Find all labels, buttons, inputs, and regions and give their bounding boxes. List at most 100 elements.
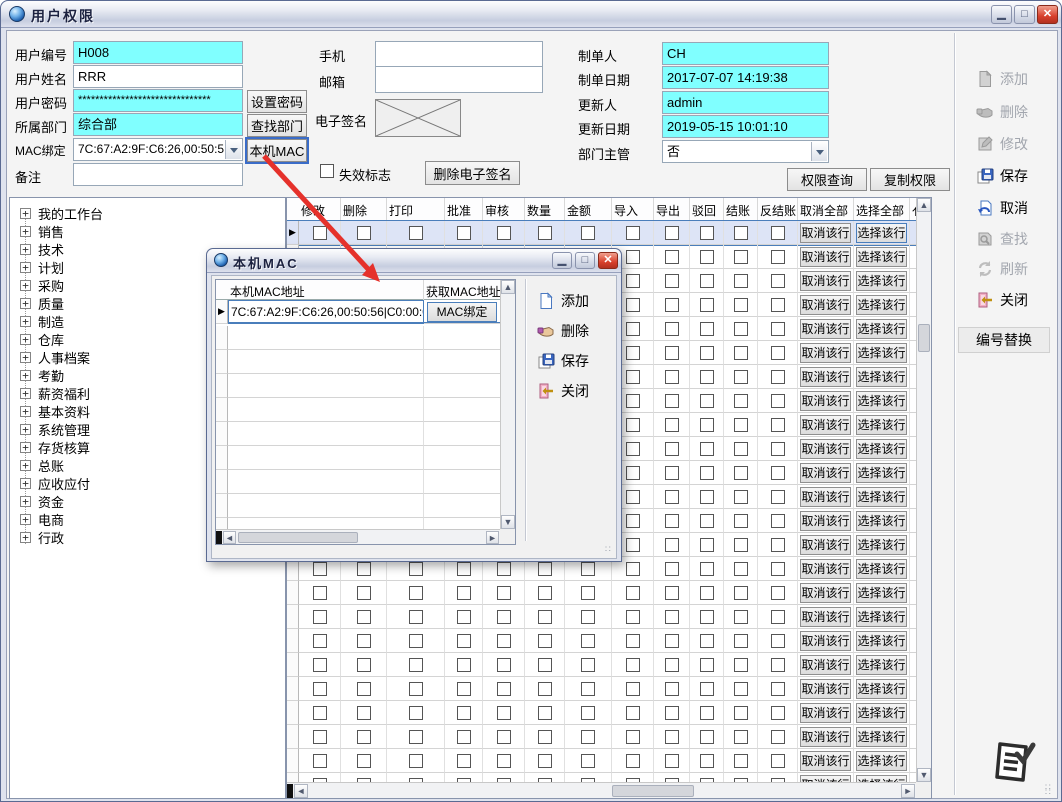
permission-checkbox[interactable]	[700, 562, 714, 576]
permission-checkbox[interactable]	[700, 682, 714, 696]
permission-checkbox[interactable]	[700, 226, 714, 240]
permission-checkbox[interactable]	[626, 418, 640, 432]
permission-checkbox[interactable]	[665, 658, 679, 672]
permission-checkbox[interactable]	[538, 706, 552, 720]
permission-checkbox[interactable]	[734, 442, 748, 456]
delete-esign-button[interactable]: 删除电子签名	[425, 161, 520, 185]
select-row-button[interactable]: 选择该行	[856, 703, 908, 723]
permission-checkbox[interactable]	[734, 610, 748, 624]
cancel-row-button[interactable]: 取消该行	[800, 415, 852, 435]
maximize-button[interactable]: □	[1014, 5, 1035, 24]
dialog-resize-grip[interactable]: ∷	[605, 547, 617, 559]
permission-checkbox[interactable]	[700, 586, 714, 600]
expand-plus-icon[interactable]: +	[20, 226, 31, 237]
tree-item-1[interactable]: +我的工作台	[20, 204, 103, 222]
permission-checkbox[interactable]	[700, 466, 714, 480]
permission-checkbox[interactable]	[538, 562, 552, 576]
scroll-down-arrow[interactable]: ▼	[501, 515, 515, 529]
permission-checkbox[interactable]	[665, 418, 679, 432]
permission-checkbox[interactable]	[771, 394, 785, 408]
permission-checkbox[interactable]	[665, 250, 679, 264]
permission-checkbox[interactable]	[665, 346, 679, 360]
vscroll-thumb[interactable]	[918, 324, 930, 352]
dialog-maximize-button[interactable]: □	[575, 252, 595, 269]
permission-checkbox[interactable]	[313, 586, 327, 600]
tree-item-10[interactable]: +考勤	[20, 366, 64, 384]
tree-item-2[interactable]: +销售	[20, 222, 64, 240]
set-password-button[interactable]: 设置密码	[247, 90, 307, 113]
select-row-button[interactable]: 选择该行	[856, 631, 908, 651]
permission-checkbox[interactable]	[357, 610, 371, 624]
permission-checkbox[interactable]	[409, 634, 423, 648]
cancel-row-button[interactable]: 取消该行	[800, 463, 852, 483]
permission-checkbox[interactable]	[357, 634, 371, 648]
permission-checkbox[interactable]	[457, 634, 471, 648]
permission-checkbox[interactable]	[734, 562, 748, 576]
permission-checkbox[interactable]	[771, 706, 785, 720]
select-row-button[interactable]: 选择该行	[856, 679, 908, 699]
permission-checkbox[interactable]	[357, 682, 371, 696]
permission-checkbox[interactable]	[700, 490, 714, 504]
permission-checkbox[interactable]	[700, 274, 714, 288]
permission-checkbox[interactable]	[497, 610, 511, 624]
column-header-3[interactable]: 打印	[387, 198, 445, 221]
window-resize-grip[interactable]: ∷∷	[1045, 785, 1057, 797]
permission-checkbox[interactable]	[313, 706, 327, 720]
permission-checkbox[interactable]	[581, 658, 595, 672]
permission-checkbox[interactable]	[734, 346, 748, 360]
permission-checkbox[interactable]	[734, 322, 748, 336]
permission-checkbox[interactable]	[771, 562, 785, 576]
minimize-button[interactable]: ▁	[991, 5, 1012, 24]
permission-checkbox[interactable]	[357, 754, 371, 768]
permission-checkbox[interactable]	[626, 682, 640, 696]
permission-checkbox[interactable]	[457, 610, 471, 624]
permission-checkbox[interactable]	[700, 322, 714, 336]
permission-checkbox[interactable]	[497, 682, 511, 696]
permission-checkbox[interactable]	[665, 298, 679, 312]
permission-checkbox[interactable]	[497, 754, 511, 768]
tree-item-5[interactable]: +采购	[20, 276, 64, 294]
permission-checkbox[interactable]	[771, 490, 785, 504]
tree-item-17[interactable]: +资金	[20, 492, 64, 510]
permission-checkbox[interactable]	[665, 226, 679, 240]
column-header-5[interactable]: 审核	[483, 198, 525, 221]
permission-checkbox[interactable]	[538, 730, 552, 744]
permission-checkbox[interactable]	[581, 562, 595, 576]
dialog-minimize-button[interactable]: ▁	[552, 252, 572, 269]
permission-checkbox[interactable]	[581, 226, 595, 240]
dept-manager-combo[interactable]: 否	[662, 140, 829, 163]
permission-checkbox[interactable]	[626, 538, 640, 552]
permission-checkbox[interactable]	[665, 322, 679, 336]
dialog-titlebar[interactable]: 本机MAC ▁ □ ✕	[207, 249, 621, 273]
replace-number-button[interactable]: 编号替换	[958, 327, 1050, 353]
tree-item-4[interactable]: +计划	[20, 258, 64, 276]
create-date-field[interactable]: 2017-07-07 14:19:38	[662, 66, 829, 89]
permission-checkbox[interactable]	[538, 586, 552, 600]
tree-item-13[interactable]: +系统管理	[20, 420, 90, 438]
tree-item-15[interactable]: +总账	[20, 456, 64, 474]
permission-checkbox[interactable]	[734, 394, 748, 408]
scroll-up-arrow[interactable]: ▲	[501, 280, 515, 294]
permission-checkbox[interactable]	[734, 754, 748, 768]
expand-plus-icon[interactable]: +	[20, 406, 31, 417]
expand-plus-icon[interactable]: +	[20, 334, 31, 345]
select-row-button[interactable]: 选择该行	[856, 343, 908, 363]
tree-item-16[interactable]: +应收应付	[20, 474, 90, 492]
copy-perm-button[interactable]: 复制权限	[870, 168, 950, 191]
close-button[interactable]: ✕	[1037, 5, 1058, 24]
dialog-close-button[interactable]: ✕	[598, 252, 618, 269]
select-row-button[interactable]: 选择该行	[856, 511, 908, 531]
permission-checkbox[interactable]	[457, 586, 471, 600]
permission-checkbox[interactable]	[771, 658, 785, 672]
permission-checkbox[interactable]	[734, 682, 748, 696]
permission-checkbox[interactable]	[626, 226, 640, 240]
cancel-row-button[interactable]: 取消该行	[800, 271, 852, 291]
permission-checkbox[interactable]	[665, 442, 679, 456]
select-row-button[interactable]: 选择该行	[856, 727, 908, 747]
permission-checkbox[interactable]	[771, 514, 785, 528]
permission-checkbox[interactable]	[771, 586, 785, 600]
permission-checkbox[interactable]	[409, 754, 423, 768]
permission-checkbox[interactable]	[538, 610, 552, 624]
permission-checkbox[interactable]	[313, 610, 327, 624]
permission-checkbox[interactable]	[665, 490, 679, 504]
